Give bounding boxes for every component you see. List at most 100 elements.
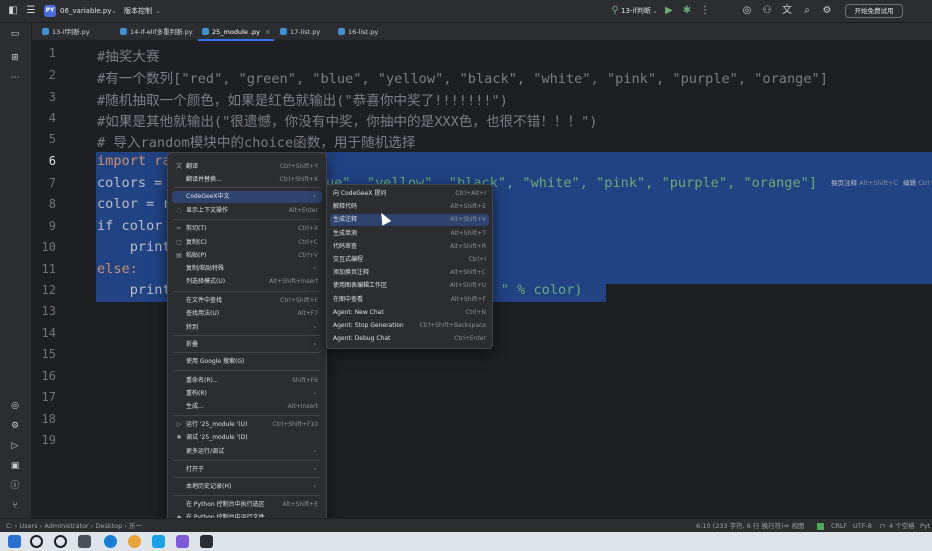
context-menu-item[interactable]: 重命名(R)... Shift+F6 bbox=[172, 375, 322, 387]
search-icon[interactable] bbox=[30, 535, 43, 548]
terminal-icon[interactable]: ▣ bbox=[8, 459, 22, 473]
file-encoding[interactable]: UTF-8 bbox=[853, 519, 872, 533]
edge-icon[interactable] bbox=[104, 535, 117, 548]
tab-14-if-elif[interactable]: 14-if-elif多重判断.py bbox=[120, 23, 193, 41]
context-menu-item[interactable]: 折叠 › bbox=[172, 339, 322, 351]
context-menu-item[interactable]: 更多运行/调试 › bbox=[172, 446, 322, 458]
submenu-item[interactable]: 使用图表编辑工作区 Alt+Shift+U bbox=[330, 280, 489, 292]
indent-setting[interactable]: 4 个空格 bbox=[889, 519, 915, 533]
context-menu-item[interactable]: 查找用法(U) Alt+F7 bbox=[172, 308, 322, 320]
context-menu-item[interactable]: CodeGeeX中文 › bbox=[172, 191, 322, 203]
breadcrumb-item[interactable]: C: bbox=[6, 522, 13, 530]
problems-icon[interactable]: ⓘ bbox=[8, 479, 22, 493]
context-menu-item[interactable]: ▷ 运行 '25_module '(U) Ctrl+Shift+F10 bbox=[172, 419, 322, 431]
context-menu-item[interactable]: 重构(R) › bbox=[172, 388, 322, 400]
inline-hint[interactable]: 换页注释 Alt+Shift+C bbox=[831, 177, 898, 187]
python-packages-icon[interactable]: ◎ bbox=[8, 399, 22, 413]
context-menu-item[interactable]: 文翻译 Ctrl+Shift+Y bbox=[172, 161, 322, 173]
debug-icon[interactable]: ✱ bbox=[680, 4, 694, 18]
account-icon[interactable]: ⚇ bbox=[760, 4, 774, 18]
gear-icon[interactable]: ⚙ bbox=[820, 4, 834, 18]
app-icon[interactable] bbox=[152, 535, 165, 548]
code-line[interactable]: #抽奖大赛 bbox=[97, 45, 160, 65]
structure-icon[interactable]: ⊞ bbox=[8, 51, 22, 65]
submenu-item[interactable]: 生成单测 Alt+Shift+T bbox=[330, 228, 489, 240]
close-icon[interactable]: × bbox=[265, 28, 270, 36]
start-icon[interactable] bbox=[8, 535, 21, 548]
python-interpreter[interactable]: Pyt bbox=[920, 519, 930, 533]
submenu-item[interactable]: 在图中查看 Alt+Shift+F bbox=[330, 294, 489, 306]
more-icon[interactable]: ⋯ bbox=[8, 71, 22, 85]
chevron-down-icon[interactable]: ⌄ bbox=[155, 0, 161, 23]
code-line[interactable]: if color bbox=[97, 218, 171, 234]
vcs-menu[interactable]: 版本控制 bbox=[124, 0, 152, 23]
breadcrumb[interactable]: C: › Users › Administrator › Desktop › 乐… bbox=[6, 519, 142, 533]
tab-25-module[interactable]: 25_module .py × bbox=[197, 23, 275, 41]
submenu-item[interactable]: 解释代码 Alt+Shift+E bbox=[330, 201, 489, 213]
run-config-selector[interactable]: 13-if判断 bbox=[621, 0, 651, 23]
free-trial-button[interactable]: 开始免费试用 bbox=[845, 4, 903, 18]
search-icon[interactable]: ⌕ bbox=[800, 4, 814, 18]
tab-16-list[interactable]: 16-list.py bbox=[338, 23, 378, 41]
context-menu-item[interactable]: ▤ 粘贴(P) Ctrl+V bbox=[172, 250, 322, 262]
context-menu-item[interactable]: 打开于 › bbox=[172, 464, 322, 476]
tab-13-if[interactable]: 13-if判断.py bbox=[42, 23, 90, 41]
context-menu-item[interactable]: 在文件中查找 Ctrl+Shift+F bbox=[172, 295, 322, 307]
app-icon[interactable] bbox=[176, 535, 189, 548]
submenu-item[interactable]: Agent: Stop Generation Ctrl+Shift+Backspa… bbox=[330, 320, 489, 332]
app-logo-icon[interactable]: ◧ bbox=[6, 4, 20, 18]
context-menu-item[interactable]: 在 Python 控制台中执行选区 Alt+Shift+E bbox=[172, 499, 322, 511]
submenu-item[interactable]: 交互式编程 Ctrl+I bbox=[330, 254, 489, 266]
context-menu-item[interactable]: ▢ 复制(C) Ctrl+C bbox=[172, 237, 322, 249]
python-console-icon[interactable]: ⚙ bbox=[8, 419, 22, 433]
code-line[interactable]: import ra bbox=[97, 153, 171, 169]
more-icon[interactable]: ⋮ bbox=[698, 4, 712, 18]
view-mode-label[interactable]: ⇔ 视图 bbox=[784, 519, 805, 533]
context-menu-item[interactable]: ✱ 调试 '25_module '(D) bbox=[172, 432, 322, 444]
context-menu-item[interactable]: 使用 Google 搜索(G) bbox=[172, 356, 322, 368]
context-menu-item[interactable]: 转到 › bbox=[172, 322, 322, 334]
context-menu-item[interactable]: ✂ 剪切(T) Ctrl+X bbox=[172, 223, 322, 235]
caret-position[interactable]: 6:10 (233 字符, 6 行 换行符) bbox=[696, 519, 784, 533]
folder-icon[interactable]: ▭ bbox=[8, 27, 22, 41]
submenu-item[interactable]: Agent: Debug Chat Ctrl+Enter bbox=[330, 333, 489, 345]
context-menu-item[interactable]: ◌ 显示上下文操作 Alt+Enter bbox=[172, 205, 322, 217]
submenu-item[interactable]: 生成注释 Alt+Shift+V bbox=[330, 214, 489, 227]
code-line[interactable]: print bbox=[97, 282, 171, 298]
breadcrumb-item[interactable]: Administrator bbox=[44, 522, 88, 530]
git-icon[interactable]: ⑂ bbox=[8, 499, 22, 513]
code-line[interactable]: color = r bbox=[97, 196, 171, 212]
cortana-icon[interactable] bbox=[54, 535, 67, 548]
main-menu-icon[interactable]: ☰ bbox=[24, 4, 38, 18]
submenu-item[interactable]: 向 CodeGeeX 提问 Ctrl+Alt+I bbox=[330, 188, 489, 200]
breadcrumb-item[interactable]: 乐一 bbox=[129, 522, 142, 530]
line-separator[interactable]: CRLF bbox=[831, 519, 847, 533]
translate-icon[interactable]: 文 bbox=[780, 4, 794, 18]
tab-17-list[interactable]: 17-list.py bbox=[280, 23, 320, 41]
codegeex-icon[interactable]: ◎ bbox=[740, 4, 754, 18]
submenu-item[interactable]: Agent: New Chat Ctrl+N bbox=[330, 307, 489, 319]
context-menu-item[interactable]: 复制/粘贴特殊 › bbox=[172, 263, 322, 275]
pycharm-icon[interactable] bbox=[200, 535, 213, 548]
breadcrumb-item[interactable]: Users bbox=[19, 522, 37, 530]
code-line[interactable]: else: bbox=[97, 261, 138, 277]
chevron-down-icon[interactable]: ⌄ bbox=[111, 0, 117, 23]
chevron-down-icon[interactable]: ⌄ bbox=[652, 0, 658, 23]
code-line[interactable]: # 导入random模块中的choice函数，用于随机选择 bbox=[97, 131, 415, 151]
context-menu-item[interactable]: 列选择模式(U) Alt+Shift+Insert bbox=[172, 276, 322, 288]
context-menu-item[interactable]: 翻译并替换... Ctrl+Shift+X bbox=[172, 174, 322, 186]
services-icon[interactable]: ▷ bbox=[8, 439, 22, 453]
project-selector[interactable]: 06_variable.py bbox=[60, 0, 111, 23]
inline-hint[interactable]: 编辑 Ctrl+S bbox=[903, 177, 932, 187]
submenu-item[interactable]: 代码审查 Alt+Shift+R bbox=[330, 241, 489, 253]
code-line[interactable]: print bbox=[97, 239, 171, 255]
code-line[interactable]: #随机抽取一个颜色，如果是红色就输出("恭喜你中奖了!!!!!!!") bbox=[97, 89, 508, 109]
lock-icon[interactable]: ⊓ bbox=[880, 519, 885, 533]
context-menu-item[interactable]: 本地历史记录(H) › bbox=[172, 481, 322, 493]
task-view-icon[interactable] bbox=[78, 535, 91, 548]
code-line[interactable]: #如果是其他就输出("很遗憾，你没有中奖，你抽中的是XXX色，也很不错！！！") bbox=[97, 110, 597, 130]
code-line[interactable]: colors = bbox=[97, 175, 171, 191]
submenu-item[interactable]: 添加换页注释 Alt+Shift+C bbox=[330, 267, 489, 279]
breadcrumb-item[interactable]: Desktop bbox=[95, 522, 122, 530]
run-icon[interactable]: ▶ bbox=[662, 4, 676, 18]
